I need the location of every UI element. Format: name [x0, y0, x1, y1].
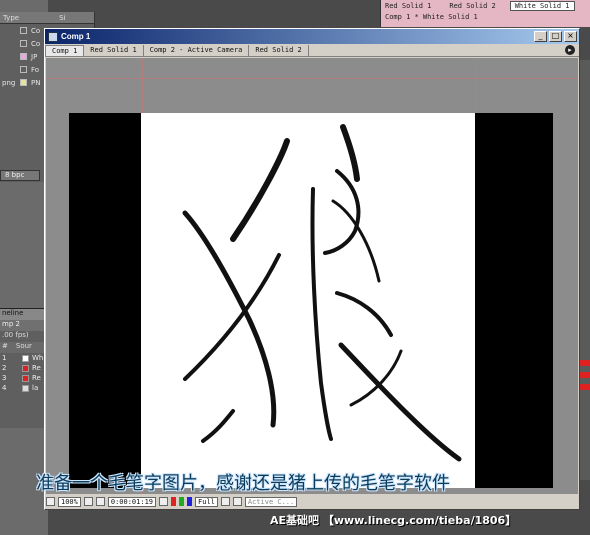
transparency-grid-icon[interactable]	[232, 497, 242, 506]
layer-number: 3	[2, 374, 7, 382]
tab-comp-1[interactable]: Comp 1	[45, 45, 85, 56]
zoom-select[interactable]: 100%	[58, 496, 81, 507]
layer-number: 2	[2, 364, 7, 372]
layer-name: Wh	[32, 354, 44, 362]
layer-color-swatch	[22, 384, 29, 392]
layer-name: la	[32, 384, 39, 392]
comp-window: Comp 1 _ □ × Comp 1 Red Solid 1 Comp 2 -…	[44, 28, 580, 510]
timeline-layer-row[interactable]: 1 Wh	[0, 353, 48, 363]
timeline-col-num: #	[2, 342, 8, 350]
timeline-col-source: Sour	[15, 342, 32, 350]
project-item-swatch	[20, 66, 27, 73]
blue-channel-icon[interactable]	[187, 497, 193, 506]
guide-line	[46, 78, 578, 79]
timeline-tab[interactable]: mp 2	[0, 320, 48, 331]
always-preview-icon[interactable]	[46, 497, 55, 506]
timeline-layer-row[interactable]: 3 Re	[0, 373, 48, 383]
timeline-title: neline	[0, 309, 48, 320]
layer-color-swatch	[22, 354, 29, 362]
layer-tab-white-solid-1[interactable]: White Solid 1	[509, 1, 575, 11]
tutorial-caption: 准备一个毛笔字图片，感谢还是猪上传的毛笔字软件	[36, 473, 450, 494]
project-item-label: JP	[31, 52, 38, 61]
project-item-swatch	[20, 27, 27, 34]
layer-panel-tabs: Red Solid 1 Red Solid 2 White Solid 1	[381, 0, 590, 12]
green-channel-icon[interactable]	[179, 497, 185, 506]
comp-canvas	[69, 113, 553, 488]
snapshot-icon[interactable]	[159, 497, 169, 506]
project-item-ext: png	[2, 78, 16, 87]
project-item-label: Fo	[31, 65, 40, 74]
project-item-label: PN	[31, 78, 41, 87]
project-column-header[interactable]: Type Si	[0, 12, 94, 24]
comp-window-icon	[48, 31, 58, 42]
grid-icon[interactable]	[95, 497, 105, 506]
layer-number: 1	[2, 354, 7, 362]
timeline-fps: .00 fps)	[2, 331, 29, 339]
layer-color-swatch	[22, 364, 29, 372]
minimize-button[interactable]: _	[534, 31, 547, 42]
layer-panel-path: Comp 1 * White Solid 1	[385, 13, 478, 21]
comp-viewer[interactable]	[46, 58, 578, 494]
layer-name: Re	[32, 374, 41, 382]
layer-color-swatch	[22, 374, 29, 382]
resolution-select[interactable]: Full	[195, 496, 218, 507]
timeline-layer-row[interactable]: 4 la	[0, 383, 48, 393]
site-watermark: AE基础吧 【www.linecg.com/tieba/1806】	[270, 514, 517, 527]
comp-tab-bar: Comp 1 Red Solid 1 Comp 2 - Active Camer…	[45, 44, 579, 57]
safe-zones-icon[interactable]	[83, 497, 93, 506]
layer-name: Re	[32, 364, 41, 372]
tab-red-solid-1[interactable]: Red Solid 1	[84, 45, 144, 56]
comp-titlebar[interactable]: Comp 1 _ □ ×	[45, 29, 579, 44]
layer-tab-red-solid-1[interactable]: Red Solid 1	[381, 2, 435, 10]
tab-menu-arrow-icon[interactable]: ▸	[565, 45, 575, 55]
timeline-panel: neline mp 2 .00 fps) # Sour 1 Wh 2 Re 3 Re …	[0, 308, 48, 428]
region-of-interest-icon[interactable]	[220, 497, 230, 506]
timeline-layer-row[interactable]: 2 Re	[0, 363, 48, 373]
timeline-column-header: # Sour	[0, 342, 48, 353]
layer-panel: Red Solid 1 Red Solid 2 White Solid 1 Co…	[380, 0, 590, 27]
project-column-size[interactable]: Si	[59, 14, 65, 22]
comp-window-title: Comp 1	[61, 32, 91, 41]
bit-depth-button[interactable]: 8 bpc	[0, 170, 40, 181]
white-solid-layer	[141, 113, 475, 488]
brush-calligraphy-artwork	[182, 124, 462, 462]
tab-comp-2-active-camera[interactable]: Comp 2 - Active Camera	[144, 45, 250, 56]
comp-footer-bar: 100% 0:00:01:19 Full Active C...	[46, 495, 578, 508]
close-button[interactable]: ×	[564, 31, 577, 42]
red-channel-icon[interactable]	[171, 497, 177, 506]
maximize-button[interactable]: □	[549, 31, 562, 42]
layer-number: 4	[2, 384, 7, 392]
project-item-label: Co	[31, 26, 41, 35]
tab-red-solid-2[interactable]: Red Solid 2	[249, 45, 309, 56]
project-item-label: Co	[31, 39, 41, 48]
project-column-type[interactable]: Type	[3, 14, 19, 22]
view-select[interactable]: Active C...	[244, 496, 298, 507]
layer-tab-red-solid-2[interactable]: Red Solid 2	[445, 2, 499, 10]
project-item-swatch	[20, 53, 27, 60]
timecode-field[interactable]: 0:00:01:19	[107, 496, 157, 507]
project-item-swatch	[20, 40, 27, 47]
project-item-swatch	[20, 79, 27, 86]
